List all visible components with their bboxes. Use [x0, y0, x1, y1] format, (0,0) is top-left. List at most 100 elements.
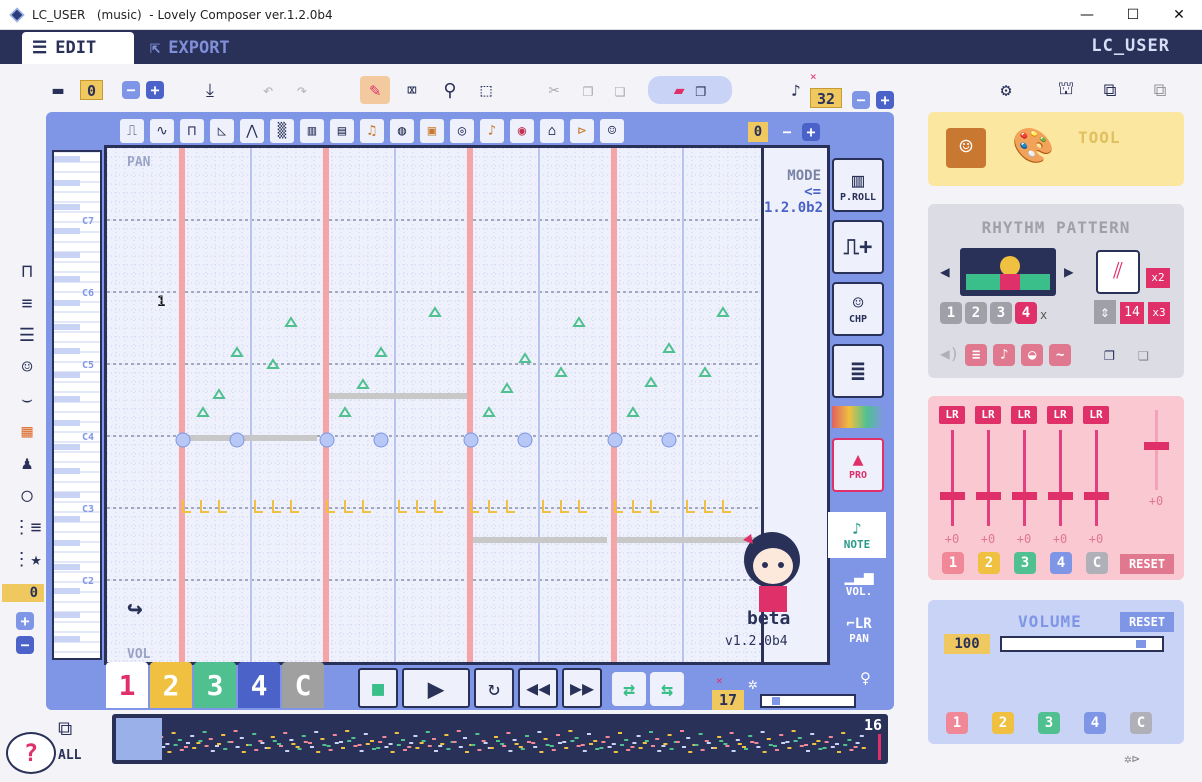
left-plus-button[interactable]: + [16, 612, 34, 630]
channel-tab-1[interactable]: 1 [106, 662, 148, 708]
channel-tab-2[interactable]: 2 [150, 662, 192, 708]
channel-fader-1[interactable]: LR +0 [939, 406, 965, 546]
copy-icon[interactable]: ❐ [576, 76, 600, 104]
sine-wave-icon[interactable]: ∿ [150, 119, 174, 143]
play-button[interactable]: ▶ [402, 668, 470, 708]
fader-lr-label[interactable]: LR [975, 406, 1001, 424]
fader-knob[interactable] [1011, 492, 1037, 500]
eraser-icon[interactable]: ⌧ [398, 76, 426, 104]
rhythm-number-4[interactable]: 4 [1015, 302, 1037, 324]
pro-mode-button[interactable]: ▲ PRO [832, 438, 884, 492]
star-list-icon[interactable]: ⋮★ [10, 543, 44, 575]
organ-icon[interactable]: ▤ [330, 119, 354, 143]
vol-tab[interactable]: ▁▃▅ VOL. [834, 566, 884, 600]
rhythm-copy-icon[interactable]: ❐ [1104, 344, 1115, 365]
rhythm-inst-4-icon[interactable]: ∼ [1049, 344, 1072, 366]
mixer-chip-1[interactable]: 1 [942, 552, 964, 574]
repeat-arrow-icon[interactable]: ↪ [127, 594, 143, 624]
pan-tab[interactable]: ⌐LR PAN [834, 616, 884, 650]
rhythm-inst-1-icon[interactable]: ≡ [965, 344, 988, 366]
maximize-button[interactable]: ☐ [1110, 0, 1156, 30]
forward-button[interactable]: ▶▶ [562, 668, 602, 708]
load-copy-icon[interactable]: ⧉ [1140, 76, 1180, 104]
scissors-icon[interactable]: ✂ [542, 76, 566, 104]
thick-lines-icon[interactable]: ☰ [10, 319, 44, 351]
lock-icon[interactable]: ⛫ [1054, 76, 1078, 104]
pulse-wave-icon[interactable]: ⊓ [180, 119, 204, 143]
folder-icon[interactable]: ▬ [46, 76, 70, 104]
bell-icon[interactable]: ◍ [390, 119, 414, 143]
brass-icon[interactable]: ⊳ [570, 119, 594, 143]
volume-slider-thumb[interactable] [1136, 640, 1146, 648]
fader-lr-label[interactable]: LR [1011, 406, 1037, 424]
book-icon[interactable]: ☺ [946, 128, 986, 168]
volume-slider[interactable] [1000, 636, 1164, 652]
rhythm-inst-3-icon[interactable]: ◒ [1021, 344, 1044, 366]
stamp-icon[interactable]: ⚲ [436, 76, 464, 104]
help-icon[interactable]: ? [6, 732, 56, 774]
rhythm-split-icon[interactable]: ⇕ [1094, 300, 1116, 324]
person-icon[interactable]: ♟ [10, 447, 44, 479]
rhythm-preview-image[interactable] [960, 248, 1056, 296]
rhythm-number-3[interactable]: 3 [990, 302, 1012, 324]
position-slider[interactable] [760, 694, 856, 708]
speed-plus-button[interactable]: + [876, 86, 894, 114]
mixer-reset-button[interactable]: RESET [1120, 554, 1174, 574]
fader-knob[interactable] [975, 492, 1001, 500]
stop-button[interactable]: ■ [358, 668, 398, 708]
piano-roll-grid[interactable]: PAN VOL 1 MODE <= 1.2.0b2 ↪ beta v1.2.0b… [104, 145, 830, 665]
circle-icon[interactable]: ◯ [10, 479, 44, 511]
paste-icon[interactable]: ❏ [608, 76, 632, 104]
undo-icon[interactable]: ↶ [256, 76, 280, 104]
left-minus-button[interactable]: − [16, 636, 34, 654]
volume-reset-button[interactable]: RESET [1120, 612, 1174, 632]
position-slider-thumb[interactable] [772, 697, 780, 705]
drum-icon[interactable]: ◎ [450, 119, 474, 143]
mixer-chip-c[interactable]: C [1086, 552, 1108, 574]
redo-icon[interactable]: ↷ [290, 76, 314, 104]
face-icon[interactable]: ☺ [10, 351, 44, 383]
paste-mode-toggle[interactable]: ▰ ❐ [648, 76, 732, 104]
saw-wave-icon[interactable]: ◺ [210, 119, 234, 143]
select-icon[interactable]: ⬚ [472, 76, 500, 104]
noise-icon[interactable]: ▒ [270, 119, 294, 143]
timeline-viewport[interactable] [116, 718, 162, 760]
volume-chip-3[interactable]: 3 [1038, 712, 1060, 734]
fader-lr-label[interactable]: LR [1083, 406, 1109, 424]
volume-chip-1[interactable]: 1 [946, 712, 968, 734]
chip-mode-button[interactable]: ☺ CHP [832, 282, 884, 336]
rhythm-multiplier-b[interactable]: x3 [1148, 302, 1170, 324]
piano-roll-mode-button[interactable]: ▥ P.ROLL [832, 158, 884, 212]
rhythm-prev-button[interactable]: ◀ [940, 262, 950, 281]
tab-edit[interactable]: ☰ EDIT [22, 32, 134, 64]
ghost-icon[interactable]: ☺ [600, 119, 624, 143]
download-icon[interactable]: ⤓ [198, 76, 222, 104]
channel-fader-5[interactable]: LR +0 [1083, 406, 1109, 546]
volume-chip-2[interactable]: 2 [992, 712, 1014, 734]
close-button[interactable]: ✕ [1156, 0, 1202, 30]
strings-icon[interactable]: ◉ [510, 119, 534, 143]
mixer-chip-3[interactable]: 3 [1014, 552, 1036, 574]
fader-lr-label[interactable]: LR [939, 406, 965, 424]
fader-knob[interactable] [1083, 492, 1109, 500]
minimize-button[interactable]: — [1064, 0, 1110, 30]
rhythm-paste-icon[interactable]: ❏ [1138, 344, 1149, 365]
channel-fader-3[interactable]: LR +0 [1011, 406, 1037, 546]
fader-knob[interactable] [939, 492, 965, 500]
sleep-face-icon[interactable]: ⌣ [10, 383, 44, 415]
square-wave-icon[interactable]: ⎍ [120, 119, 144, 143]
piano-icon[interactable]: ▥ [300, 119, 324, 143]
music-box-icon[interactable]: ▣ [420, 119, 444, 143]
harp-icon[interactable]: ♫ [360, 119, 384, 143]
speed-minus-button[interactable]: − [852, 86, 870, 114]
settings-gear-icon[interactable]: ⚙ [994, 76, 1018, 104]
lock-icon[interactable]: ⊓ [10, 255, 44, 287]
slot-minus-button[interactable]: − [122, 76, 140, 104]
note-tab[interactable]: ♪ NOTE [828, 512, 886, 558]
grid-pattern-icon[interactable]: ▦ [10, 415, 44, 447]
instrument-minus-button[interactable]: − [778, 123, 796, 141]
channel-tab-c[interactable]: C [282, 662, 324, 708]
copy-pages-icon[interactable]: ⧉ [58, 716, 72, 740]
pencil-icon[interactable]: ✎ [360, 76, 390, 104]
song-timeline[interactable]: 16 [112, 714, 888, 764]
